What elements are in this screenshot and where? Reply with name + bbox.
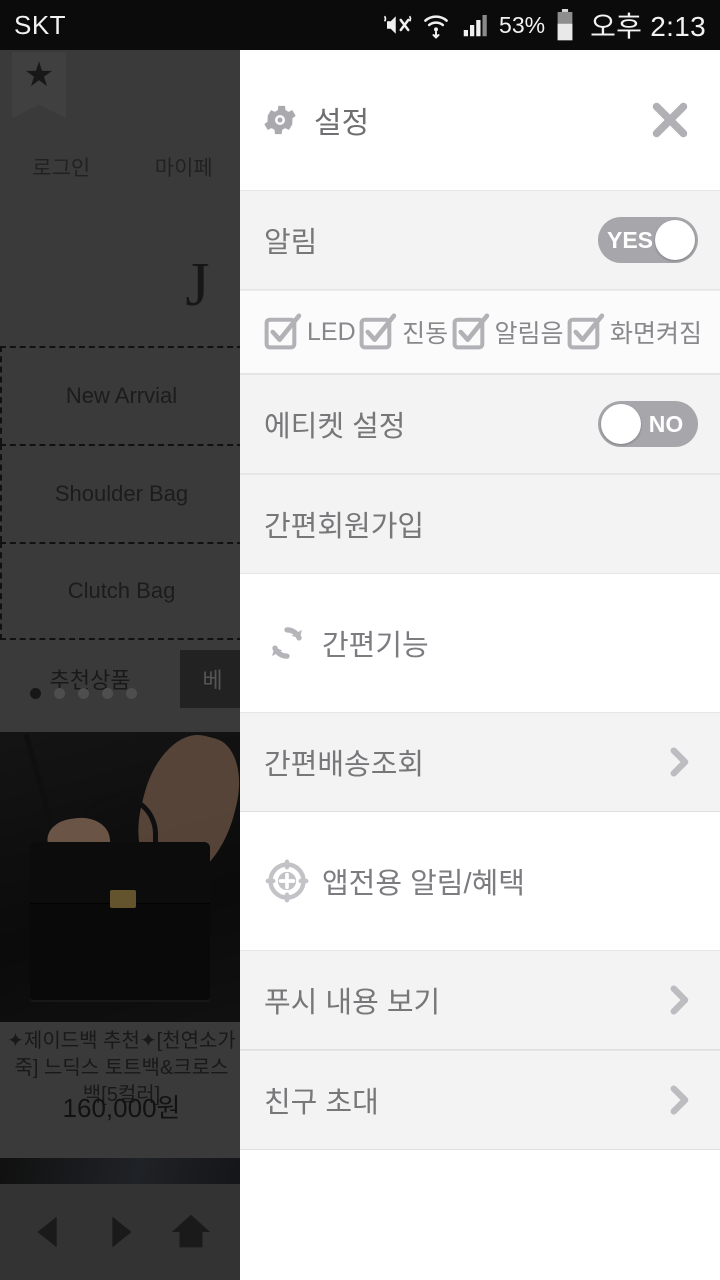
carousel-dots[interactable]	[30, 688, 137, 699]
tab-recommended[interactable]: 추천상품	[0, 650, 180, 708]
carousel-dot[interactable]	[78, 688, 89, 699]
notification-label: 알림	[264, 227, 318, 259]
battery-percent-label: 53%	[499, 11, 546, 38]
product-price: 160,000원	[62, 1093, 181, 1123]
invite-friend-row[interactable]: 친구 초대	[240, 1050, 720, 1150]
carousel-dot[interactable]	[30, 688, 41, 699]
panel-header: 설정	[240, 50, 720, 190]
toggle-knob	[601, 404, 641, 444]
section-easy-features-title: 간편기능	[322, 630, 429, 662]
login-link[interactable]: 로그인	[0, 152, 123, 182]
checkbox-screen-on[interactable]: 화면켜짐	[565, 312, 702, 352]
delivery-lookup-label: 간편배송조회	[264, 749, 425, 781]
category-new-arrival[interactable]: New Arrvial	[0, 346, 243, 444]
carousel-dot[interactable]	[54, 688, 65, 699]
battery-icon	[555, 9, 575, 41]
push-content-row[interactable]: 푸시 내용 보기	[240, 950, 720, 1050]
invite-friend-label: 친구 초대	[264, 1087, 379, 1119]
delivery-lookup-row[interactable]: 간편배송조회	[240, 712, 720, 812]
notification-toggle[interactable]: YES	[598, 217, 698, 263]
checkbox-sound-label: 알림음	[494, 320, 564, 348]
carousel-dot[interactable]	[102, 688, 113, 699]
checkbox-screen-on-label: 화면켜짐	[609, 320, 702, 348]
mypage-link[interactable]: 마이페	[123, 152, 246, 182]
product-tabs: 추천상품 베	[0, 650, 245, 708]
notification-row[interactable]: 알림 YES	[240, 190, 720, 290]
settings-panel: 설정 알림 YES LED 진동 알림음 화면켜짐 에티켓 설정 NO 간편회원…	[240, 50, 720, 1280]
signal-icon	[460, 10, 490, 40]
bag-clasp	[110, 890, 136, 908]
etiquette-toggle[interactable]: NO	[598, 401, 698, 447]
checkbox-vibration-label: 진동	[402, 320, 449, 348]
carrier-label: SKT	[14, 9, 67, 40]
category-shoulder-bag[interactable]: Shoulder Bag	[0, 444, 243, 542]
refresh-icon	[264, 620, 310, 666]
category-clutch-bag[interactable]: Clutch Bag	[0, 542, 243, 640]
section-app-benefits: 앱전용 알림/혜택	[240, 812, 720, 950]
wifi-icon	[421, 10, 451, 40]
etiquette-label: 에티켓 설정	[264, 411, 406, 443]
mute-icon	[382, 10, 412, 40]
close-icon[interactable]	[642, 92, 698, 148]
carousel-dot[interactable]	[126, 688, 137, 699]
background-topnav: 로그인 마이페	[0, 138, 245, 196]
etiquette-row[interactable]: 에티켓 설정 NO	[240, 374, 720, 474]
panel-title: 설정	[314, 107, 370, 140]
checkbox-led[interactable]: LED	[262, 312, 356, 352]
home-icon[interactable]	[168, 1209, 214, 1255]
chevron-right-icon	[658, 1083, 698, 1117]
checkbox-led-label: LED	[307, 317, 356, 346]
gear-icon	[258, 98, 302, 142]
notification-options-row: LED 진동 알림음 화면켜짐	[240, 290, 720, 374]
section-easy-features: 간편기능	[240, 574, 720, 712]
push-content-label: 푸시 내용 보기	[264, 987, 441, 1019]
status-icons: 53% 오후 2:13	[382, 5, 706, 45]
easy-signup-row[interactable]: 간편회원가입	[240, 474, 720, 574]
clock-label: 오후 2:13	[590, 11, 706, 42]
star-icon: ★	[23, 56, 55, 94]
checkbox-vibration[interactable]: 진동	[357, 312, 448, 352]
chevron-right-icon	[658, 983, 698, 1017]
bookmark-button[interactable]: ★	[12, 52, 66, 118]
toggle-knob	[655, 220, 695, 260]
status-bar: SKT 53% 오후 2:13	[0, 0, 720, 50]
chevron-right-icon	[658, 745, 698, 779]
easy-signup-label: 간편회원가입	[264, 511, 425, 543]
product-image[interactable]	[0, 732, 240, 1022]
tab-best[interactable]: 베	[180, 650, 245, 708]
checkbox-sound[interactable]: 알림음	[450, 312, 564, 352]
phone-screen: SKT 53% 오후 2:13 ★ 로그인 마이페 J New Arrvial …	[0, 0, 720, 1280]
target-plus-icon	[264, 858, 310, 904]
bottom-navbar	[0, 1184, 240, 1280]
brand-logo: J	[185, 250, 210, 319]
section-app-benefits-title: 앱전용 알림/혜택	[322, 868, 525, 900]
forward-icon[interactable]	[97, 1209, 143, 1255]
category-list: New Arrvial Shoulder Bag Clutch Bag	[0, 346, 243, 640]
panel-bottom-spacer	[240, 1150, 720, 1280]
back-icon[interactable]	[26, 1209, 72, 1255]
